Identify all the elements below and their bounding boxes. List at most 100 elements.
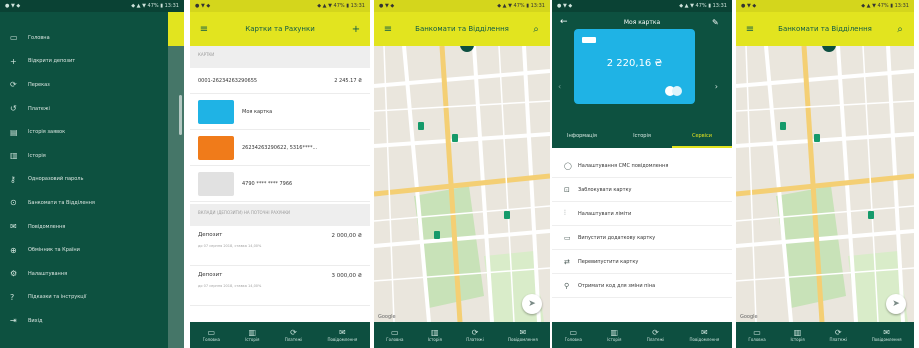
history-icon: ▤ <box>10 127 18 137</box>
service-item[interactable]: ⇄ Перевипустити картку <box>552 250 732 274</box>
card-row[interactable]: Моя картка <box>190 94 370 130</box>
map-view[interactable]: 14 ➤ Google <box>374 46 550 322</box>
menu-icon[interactable]: ≡ <box>744 24 756 35</box>
card-screen: ● ▼ ◆ ◆ ▲ ▼ 47% ▮ 13:31 ← Моя картка ✎ ‹… <box>552 0 732 348</box>
edit-icon[interactable]: ✎ <box>712 18 724 27</box>
card-row[interactable]: 26234263290622, 5316****... <box>190 130 370 166</box>
nav-item-3[interactable]: ✉ Повідомлення <box>508 328 538 342</box>
nav-item-3[interactable]: ✉ Повідомлення <box>690 328 720 342</box>
menu-item-8[interactable]: ✉ Повідомлення <box>0 215 168 239</box>
atm-pin[interactable] <box>780 122 786 130</box>
locate-me-button[interactable]: ➤ <box>886 294 906 314</box>
key-icon: ⚷ <box>10 174 16 184</box>
menu-item-10[interactable]: ⚙ Налаштування <box>0 262 168 286</box>
menu-icon[interactable]: ≡ <box>382 24 394 35</box>
bottom-nav: ▭ Головна ▥ Історія ⟳ Платежі ✉ Повідомлення <box>736 322 914 348</box>
scrollbar[interactable] <box>179 95 182 135</box>
bottom-nav: ▭ Головна ▥ Історія ⟳ Платежі ✉ Повідомлення <box>374 322 550 348</box>
account-row[interactable]: 0001-26234263290655 2 245.17 ₴ <box>190 68 370 94</box>
card-icon: ▭ <box>10 33 18 43</box>
atm-pin[interactable] <box>504 211 510 219</box>
history-icon: ▥ <box>610 328 619 337</box>
deposit-row[interactable]: Депозит до 07 серпня 2018, ставка 14,00% 3… <box>190 266 370 306</box>
menu-icon[interactable]: ≡ <box>198 24 210 35</box>
menu-item-1[interactable]: + Відкрити депозит <box>0 50 168 74</box>
card-logo <box>582 37 596 43</box>
atm-pin[interactable] <box>868 211 874 219</box>
nav-item-2[interactable]: ⟳ Платежі <box>466 328 484 342</box>
search-icon[interactable]: ⌕ <box>894 24 906 35</box>
menu-item-label: Відкрити депозит <box>28 58 76 65</box>
status-right: ◆ ▲ ▼ 47% ▮ 13:31 <box>497 3 545 9</box>
app-bar: ≡ Банкомати та Відділення ⌕ <box>374 12 550 46</box>
nav-item-0[interactable]: ▭ Головна <box>386 328 403 342</box>
status-left: ● ▼ ◆ <box>557 3 573 9</box>
nav-item-3[interactable]: ✉ Повідомлення <box>872 328 902 342</box>
menu-item-2[interactable]: ⟳ Переказ <box>0 73 168 97</box>
nav-item-2[interactable]: ⟳ Платежі <box>647 328 665 342</box>
payments-icon: ⟳ <box>471 328 479 337</box>
section-header-deposits: ВКЛАДИ (ДЕПОЗИТИ) НА ПОТОЧНІ РАХУНКИ <box>190 204 370 226</box>
nav-item-2[interactable]: ⟳ Платежі <box>829 328 847 342</box>
menu-item-7[interactable]: ⊙ Банкомати та Відділення <box>0 191 168 215</box>
tab-services[interactable]: Сервіси <box>672 124 732 148</box>
reissue-icon: ⇄ <box>564 257 570 266</box>
service-item[interactable]: ◯ Налаштування СМС повідомлення <box>552 154 732 178</box>
nav-item-0[interactable]: ▭ Головна <box>565 328 582 342</box>
atm-pin[interactable] <box>418 122 424 130</box>
nav-item-1[interactable]: ▥ Історія <box>428 328 442 342</box>
screenshot-strip: ● ▼ ◆ ◆ ▲ ▼ 47% ▮ 13:31 ▭ Головна + Відкрит… <box>0 0 919 348</box>
menu-item-5[interactable]: ▥ Історія <box>0 144 168 168</box>
prev-arrow-icon[interactable]: ‹ <box>558 82 561 91</box>
nav-label: Історія <box>427 337 442 342</box>
tab-history[interactable]: Історія <box>612 124 672 148</box>
nav-label: Повідомлення <box>327 337 358 342</box>
card-header: ← Моя картка ✎ ‹ › 2 220,16 ₴ Інформація… <box>552 12 732 148</box>
search-icon[interactable]: ⌕ <box>530 24 542 35</box>
next-arrow-icon[interactable]: › <box>715 82 718 91</box>
menu-item-6[interactable]: ⚷ Одноразовий пароль <box>0 168 168 192</box>
nav-item-1[interactable]: ▥ Історія <box>607 328 621 342</box>
messages-icon: ✉ <box>883 328 890 337</box>
menu-item-label: Вихід <box>28 317 43 324</box>
card-row[interactable]: 4790 **** **** 7966 <box>190 166 370 202</box>
atm-map-screen-2: ● ▼ ◆ ◆ ▲ ▼ 47% ▮ 13:31 ≡ Банкомати та В… <box>736 0 914 348</box>
mastercard-icon-b <box>672 86 682 96</box>
nav-item-1[interactable]: ▥ Історія <box>245 328 259 342</box>
menu-item-label: Повідомлення <box>28 223 66 230</box>
service-label: Перевипустити картку <box>578 258 639 265</box>
menu-item-11[interactable]: ? Підказки та інструкції <box>0 286 168 310</box>
add-icon[interactable]: + <box>350 24 362 35</box>
deposit-value: 3 000,00 ₴ <box>331 273 363 279</box>
service-item[interactable]: ⚲ Отримати код для зміни піна <box>552 274 732 298</box>
deposit-row[interactable]: Депозит до 07 серпня 2018, ставка 14,00% 2… <box>190 226 370 266</box>
nav-item-0[interactable]: ▭ Головна <box>203 328 220 342</box>
bottom-nav: ▭ Головна ▥ Історія ⟳ Платежі ✉ Повідомлення <box>552 322 732 348</box>
tab-info[interactable]: Інформація <box>552 124 612 148</box>
nav-item-0[interactable]: ▭ Головна <box>748 328 765 342</box>
service-item[interactable]: ▭ Випустити додаткову картку <box>552 226 732 250</box>
menu-item-0[interactable]: ▭ Головна <box>0 26 168 50</box>
status-bar: ● ▼ ◆ ◆ ▲ ▼ 47% ▮ 13:31 <box>190 0 370 12</box>
service-item[interactable]: ⊡ Заблокувати картку <box>552 178 732 202</box>
nav-item-1[interactable]: ▥ Історія <box>790 328 804 342</box>
nav-item-3[interactable]: ✉ Повідомлення <box>328 328 358 342</box>
menu-item-3[interactable]: ↺ Платежі <box>0 97 168 121</box>
nav-item-2[interactable]: ⟳ Платежі <box>285 328 303 342</box>
menu-item-12[interactable]: ⇥ Вихід <box>0 309 168 333</box>
back-arrow-icon[interactable]: ← <box>560 17 572 27</box>
locate-me-button[interactable]: ➤ <box>522 294 542 314</box>
history-icon: ▥ <box>793 328 802 337</box>
atm-pin[interactable] <box>452 134 458 142</box>
card-image[interactable]: 2 220,16 ₴ <box>574 29 695 104</box>
atm-pin[interactable] <box>814 134 820 142</box>
menu-item-9[interactable]: ⊕ Обмінник та Країни <box>0 238 168 262</box>
service-item[interactable]: ⫶ Налаштувати ліміти <box>552 202 732 226</box>
menu-item-4[interactable]: ▤ Історія заявок <box>0 120 168 144</box>
nav-label: Платежі <box>466 337 484 342</box>
menu-item-label: Переказ <box>28 81 50 88</box>
card-name: 4790 **** **** 7966 <box>242 180 293 187</box>
map-view[interactable]: 14 ➤ Google <box>736 46 914 322</box>
side-menu: ▭ Головна + Відкрити депозит ⟳ Переказ ↺ Платеж… <box>0 12 168 333</box>
atm-pin[interactable] <box>434 231 440 239</box>
